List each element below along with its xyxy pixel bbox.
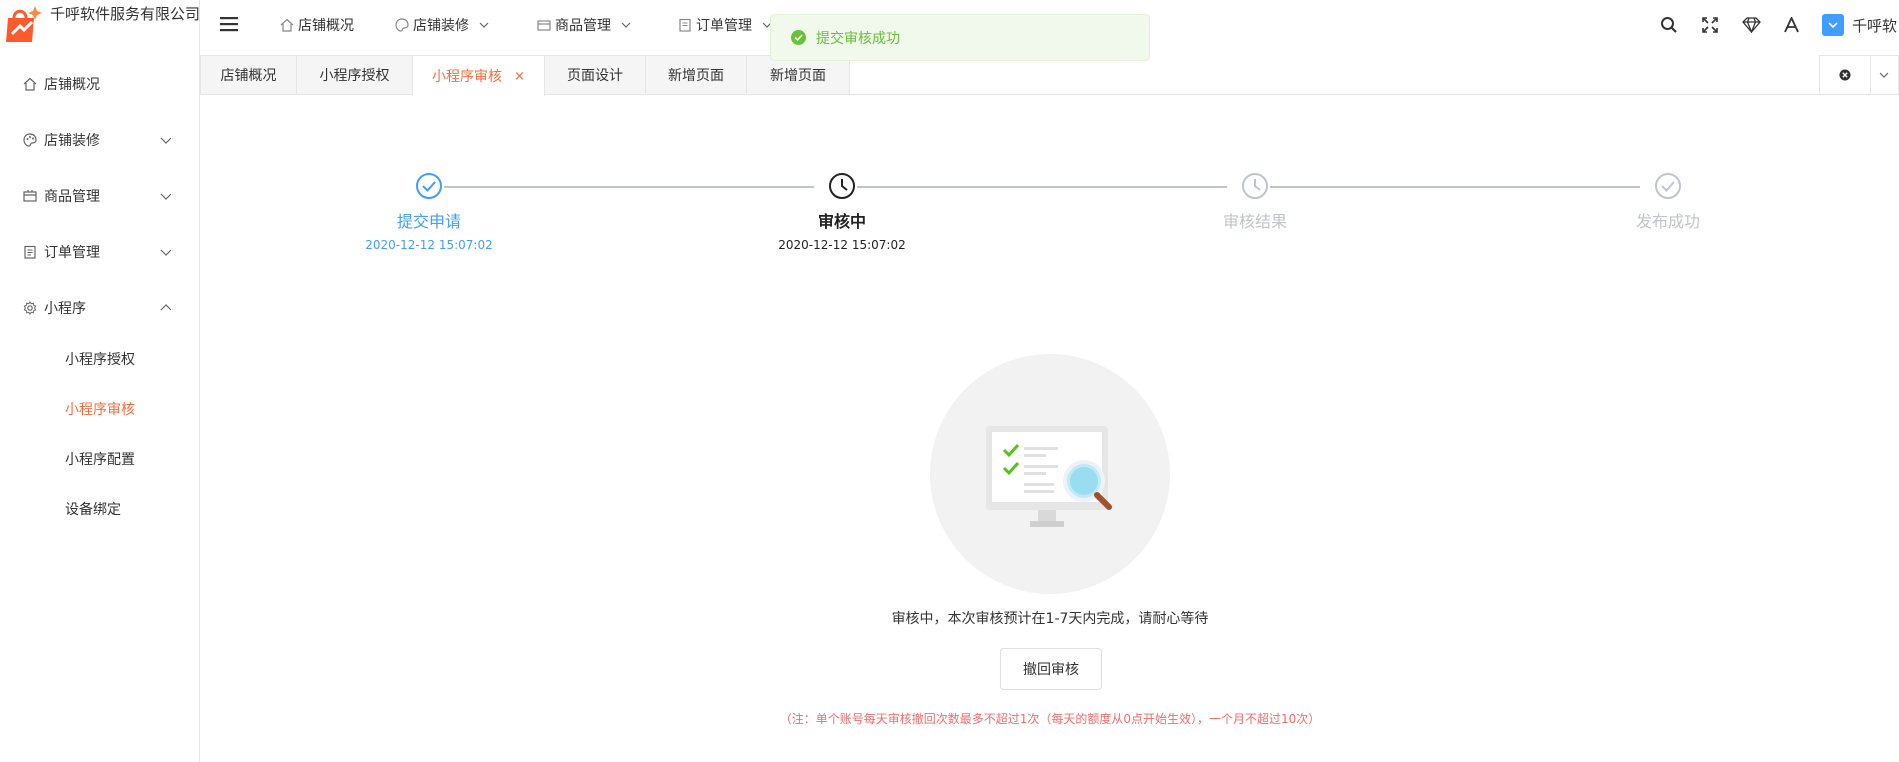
chevron-down-icon: [160, 137, 172, 144]
clock-icon: [1242, 173, 1268, 199]
sidebar-subitem-label: 小程序配置: [65, 452, 135, 468]
clipboard-icon: [679, 18, 691, 32]
sidebar-subitem-mini-program-config[interactable]: 小程序配置: [0, 434, 200, 484]
clipboard-icon: [22, 244, 38, 260]
font-size-button[interactable]: [1784, 0, 1799, 50]
search-button[interactable]: [1660, 0, 1678, 50]
step-connector: [1270, 186, 1640, 188]
topnav-store-decoration[interactable]: 店铺装修: [395, 0, 489, 50]
tab-label: 新增页面: [770, 68, 826, 84]
step-title: 审核结果: [1222, 212, 1287, 231]
tab-close-icon[interactable]: ×: [514, 69, 525, 84]
sidebar-item-store-decoration[interactable]: 店铺装修: [0, 112, 200, 168]
sidebar-item-label: 订单管理: [44, 245, 100, 261]
success-toast: 提交审核成功: [770, 14, 1150, 61]
close-tabs-button[interactable]: [1820, 56, 1871, 94]
search-icon: [1661, 17, 1677, 33]
withdraw-limit-note: （注：单个账号每天审核撤回次数最多不超过1次（每天的额度从0点开始生效），一个月…: [779, 712, 1321, 726]
step-time: 2020-12-12 15:07:02: [365, 238, 493, 252]
tab-label: 店铺概况: [220, 68, 277, 84]
tab-mini-program-review[interactable]: 小程序审核 ×: [412, 55, 545, 96]
home-icon: [280, 18, 294, 32]
shopping-bag-logo-icon: [6, 6, 42, 42]
sidebar-item-mini-program[interactable]: 小程序: [0, 280, 200, 336]
step-time: 2020-12-12 15:07:02: [778, 238, 906, 252]
tab-tools: [1819, 55, 1899, 94]
sidebar-item-label: 店铺概况: [44, 77, 100, 93]
sidebar-subitem-label: 小程序审核: [65, 402, 135, 418]
tab-mini-program-auth[interactable]: 小程序授权: [296, 55, 413, 94]
topnav-label: 订单管理: [696, 18, 752, 34]
box-icon: [537, 20, 551, 31]
sidebar-item-order-management[interactable]: 订单管理: [0, 224, 200, 280]
sidebar-subitem-label: 设备绑定: [65, 502, 121, 518]
topnav-label: 店铺概况: [298, 18, 354, 34]
fullscreen-icon: [1702, 17, 1718, 33]
font-size-icon: [1784, 17, 1799, 33]
step-connector: [857, 186, 1227, 188]
chevron-down-icon: [479, 22, 489, 28]
toast-message: 提交审核成功: [816, 30, 900, 47]
sidebar-item-label: 店铺装修: [44, 133, 100, 149]
sidebar-item-product-management[interactable]: 商品管理: [0, 168, 200, 224]
tab-store-overview[interactable]: 店铺概况: [200, 55, 297, 94]
chevron-down-icon: [621, 22, 631, 28]
sidebar-subitem-device-binding[interactable]: 设备绑定: [0, 484, 200, 534]
sidebar-subitem-mini-program-review[interactable]: 小程序审核: [0, 384, 200, 434]
diamond-icon: [1742, 17, 1761, 33]
step-title: 审核中: [817, 212, 866, 231]
palette-icon: [22, 132, 38, 148]
chevron-up-icon: [160, 304, 172, 311]
review-illustration: [930, 354, 1170, 594]
palette-icon: [395, 18, 409, 32]
monitor-search-icon: [986, 426, 1112, 527]
sidebar-subitem-label: 小程序授权: [65, 352, 135, 368]
user-menu[interactable]: 千呼软: [1822, 0, 1897, 50]
check-circle-icon: [416, 173, 442, 199]
logo: 千呼软件服务有限公司: [0, 0, 200, 50]
check-circle-icon: [1655, 173, 1681, 199]
tab-new-page[interactable]: 新增页面: [645, 55, 747, 94]
tab-label: 小程序审核: [432, 69, 503, 85]
step-title: 发布成功: [1635, 212, 1700, 231]
chevron-down-icon: [160, 193, 172, 200]
tabs-bar: 店铺概况 小程序授权 小程序审核 × 页面设计 新增页面 新增页面: [200, 55, 1899, 96]
tab-label: 页面设计: [567, 68, 623, 84]
avatar: [1822, 14, 1844, 36]
sidebar-subitem-mini-program-auth[interactable]: 小程序授权: [0, 334, 200, 384]
review-description: 审核中，本次审核预计在1-7天内完成，请耐心等待: [891, 611, 1209, 627]
company-name: 千呼软件服务有限公司: [50, 5, 201, 23]
check-circle-icon: [791, 30, 806, 45]
review-panel: 提交申请 2020-12-12 15:07:02 审核中 2020-12-12 …: [200, 96, 1899, 762]
topnav-label: 商品管理: [555, 18, 611, 34]
tab-label: 新增页面: [668, 68, 724, 84]
tab-label: 小程序授权: [319, 68, 390, 84]
home-icon: [22, 76, 38, 92]
chevron-down-icon: [1879, 72, 1889, 78]
tabs-dropdown-button[interactable]: [1871, 56, 1898, 94]
topnav-product-management[interactable]: 商品管理: [537, 0, 631, 50]
topnav-label: 店铺装修: [413, 18, 469, 34]
close-circle-icon: [1839, 69, 1851, 81]
step-title: 提交申请: [396, 212, 461, 231]
sidebar: 千呼软件服务有限公司 店铺概况 店铺装修 商品管理 订单管理 小程序 小程序授权…: [0, 0, 200, 762]
sidebar-item-label: 商品管理: [44, 189, 100, 205]
withdraw-review-button[interactable]: 撤回审核: [1000, 648, 1102, 690]
sidebar-item-label: 小程序: [44, 301, 86, 317]
topnav-order-management[interactable]: 订单管理: [678, 0, 772, 50]
clock-icon: [829, 173, 855, 199]
chevron-down-icon: [1828, 22, 1838, 29]
theme-button[interactable]: [1742, 0, 1761, 50]
tab-page-design[interactable]: 页面设计: [544, 55, 646, 94]
user-name: 千呼软: [1852, 16, 1898, 35]
hamburger-menu-icon[interactable]: [220, 16, 238, 32]
fullscreen-button[interactable]: [1702, 0, 1718, 50]
box-icon: [22, 188, 38, 204]
step-connector: [444, 186, 814, 188]
sidebar-item-store-overview[interactable]: 店铺概况: [0, 56, 200, 112]
chevron-down-icon: [160, 249, 172, 256]
gear-icon: [22, 300, 38, 316]
topnav-store-overview[interactable]: 店铺概况: [280, 0, 354, 50]
